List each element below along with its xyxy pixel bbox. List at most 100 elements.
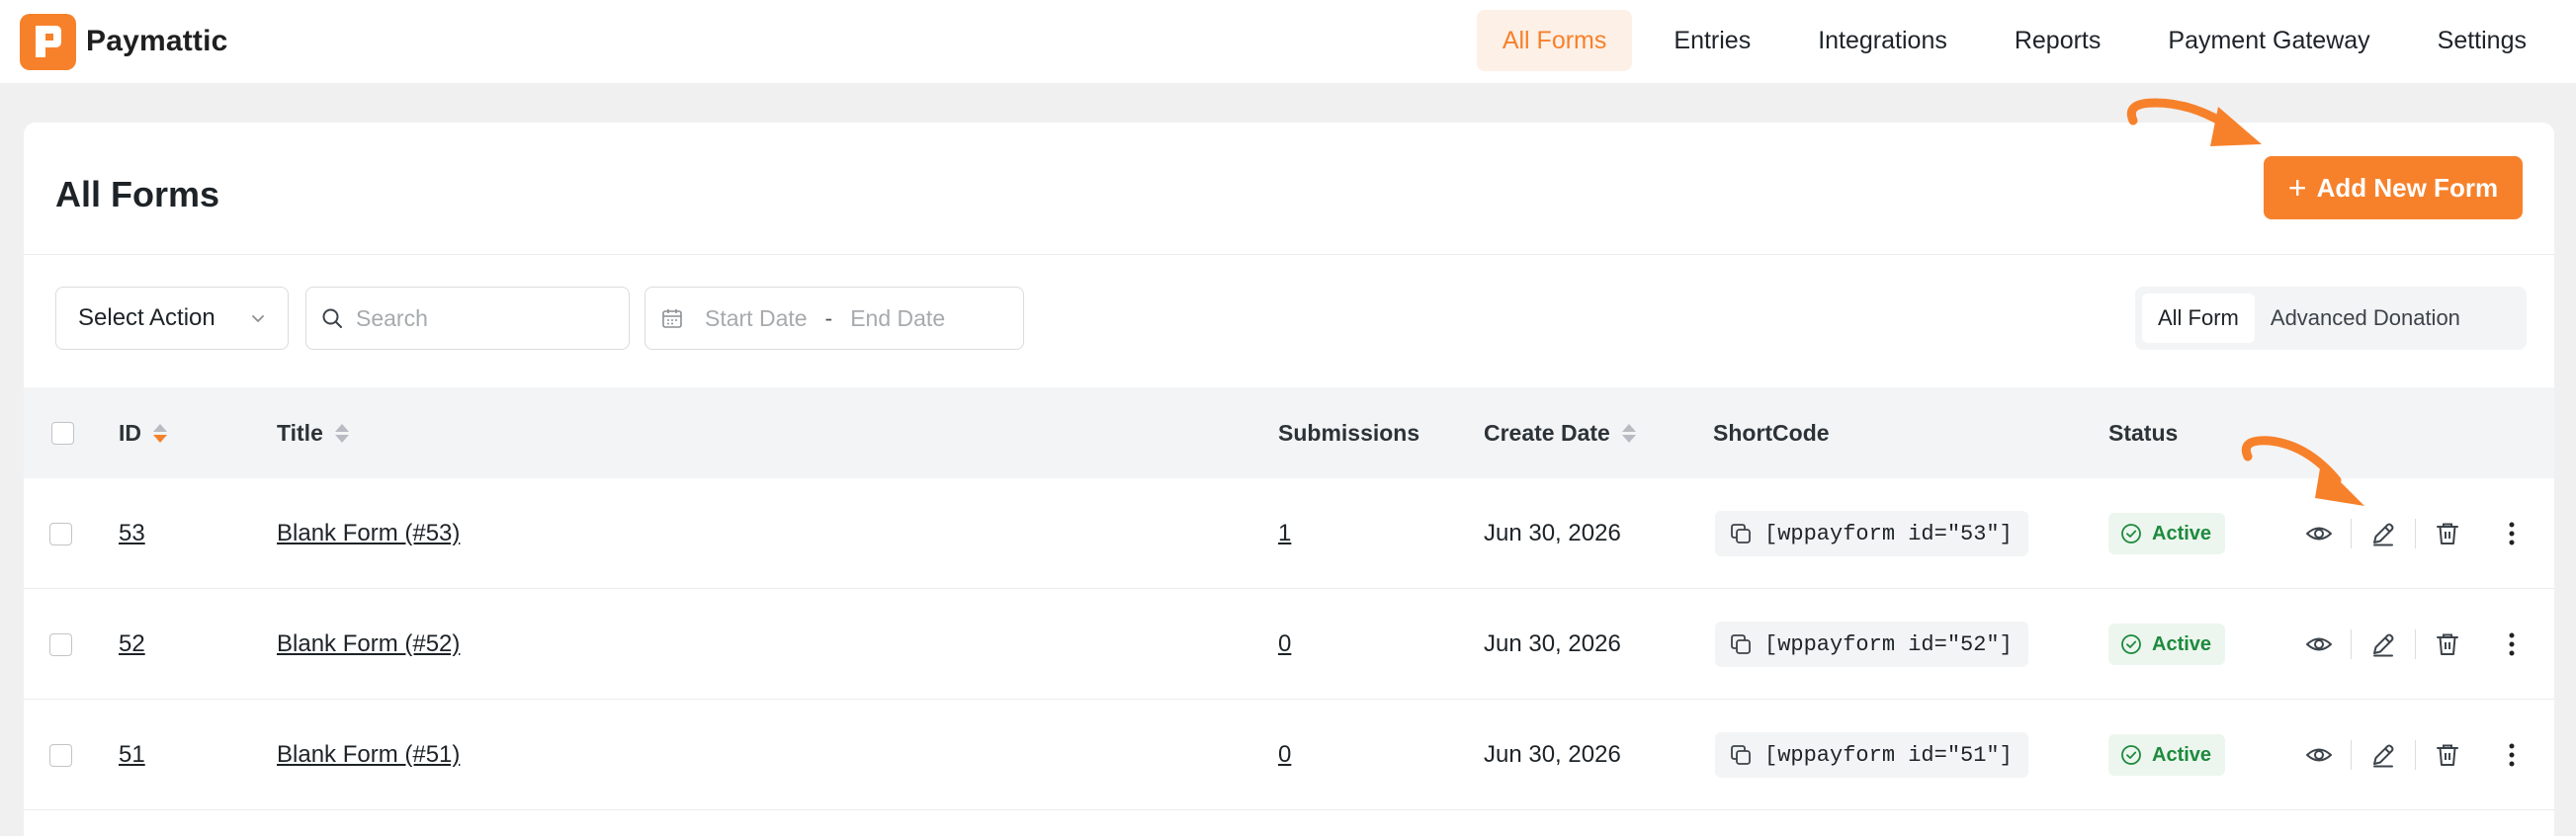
nav-settings[interactable]: Settings xyxy=(2412,10,2552,71)
row-title-link[interactable]: Blank Form (#52) xyxy=(277,630,460,658)
copy-icon xyxy=(1731,524,1751,543)
eye-icon[interactable] xyxy=(2297,623,2341,666)
action-divider xyxy=(2351,629,2352,659)
status-text: Active xyxy=(2152,632,2212,655)
shortcode-text: [wppayform id="51"] xyxy=(1764,742,2013,768)
trash-icon[interactable] xyxy=(2426,512,2469,555)
sort-icon xyxy=(1621,423,1636,443)
edit-icon[interactable] xyxy=(2361,733,2405,777)
start-date-field[interactable]: Start Date xyxy=(705,305,808,332)
chevron-down-icon xyxy=(252,315,264,322)
status-badge: Active xyxy=(2108,734,2226,776)
main-nav: All Forms Entries Integrations Reports P… xyxy=(1461,10,2576,71)
copy-icon xyxy=(1731,745,1751,765)
add-new-form-button[interactable]: + Add New Form xyxy=(2264,156,2523,219)
column-create-date-label: Create Date xyxy=(1484,419,1610,446)
eye-icon[interactable] xyxy=(2297,733,2341,777)
top-navigation-bar: Paymattic All Forms Entries Integrations… xyxy=(0,0,2576,83)
row-checkbox[interactable] xyxy=(49,632,72,656)
row-id-link[interactable]: 52 xyxy=(119,630,145,658)
row-actions xyxy=(2297,589,2533,700)
arrow-annotation xyxy=(2241,436,2364,506)
table-row: 52 Blank Form (#52) 0 Jun 30, 2026 [wppa… xyxy=(24,589,2554,700)
more-vertical-icon[interactable] xyxy=(2490,512,2533,555)
action-divider xyxy=(2415,740,2416,770)
nav-entries[interactable]: Entries xyxy=(1648,10,1776,71)
row-actions xyxy=(2297,700,2533,810)
segment-all-form[interactable]: All Form xyxy=(2142,293,2255,343)
table-header: ID Title Submissions Create Date ShortCo… xyxy=(24,387,2554,478)
column-id-label: ID xyxy=(119,419,141,446)
row-submissions-link[interactable]: 0 xyxy=(1278,741,1291,769)
select-action-dropdown[interactable]: Select Action xyxy=(55,287,289,350)
date-separator: - xyxy=(824,304,833,331)
column-shortcode: ShortCode xyxy=(1713,387,1830,478)
search-icon xyxy=(322,308,342,328)
action-divider xyxy=(2351,740,2352,770)
shortcode-copy-button[interactable]: [wppayform id="52"] xyxy=(1715,622,2028,667)
row-title-link[interactable]: Blank Form (#53) xyxy=(277,520,460,547)
page-title: All Forms xyxy=(55,174,220,214)
action-divider xyxy=(2351,519,2352,548)
edit-icon[interactable] xyxy=(2361,623,2405,666)
shortcode-text: [wppayform id="52"] xyxy=(1764,631,2013,657)
filters-bar: Select Action Start Date - End D xyxy=(24,255,2554,387)
add-new-form-label: Add New Form xyxy=(2316,172,2499,203)
arrow-annotation xyxy=(2126,98,2262,146)
select-action-label: Select Action xyxy=(78,304,215,331)
status-text: Active xyxy=(2152,743,2212,766)
eye-icon[interactable] xyxy=(2297,512,2341,555)
shortcode-copy-button[interactable]: [wppayform id="51"] xyxy=(1715,732,2028,778)
end-date-field[interactable]: End Date xyxy=(850,305,945,332)
row-submissions-link[interactable]: 1 xyxy=(1278,520,1291,547)
status-badge: Active xyxy=(2108,513,2226,554)
row-checkbox[interactable] xyxy=(49,743,72,767)
column-create-date[interactable]: Create Date xyxy=(1484,387,1636,478)
date-range-picker[interactable]: Start Date - End Date xyxy=(644,287,1024,350)
row-checkbox[interactable] xyxy=(49,522,72,545)
table-row: 51 Blank Form (#51) 0 Jun 30, 2026 [wppa… xyxy=(24,700,2554,810)
select-all-checkbox[interactable] xyxy=(51,421,74,445)
action-divider xyxy=(2479,629,2480,659)
forms-card: All Forms + Add New Form Select Action S… xyxy=(24,123,2554,836)
column-id[interactable]: ID xyxy=(119,387,167,478)
search-input[interactable] xyxy=(356,304,593,332)
row-create-date: Jun 30, 2026 xyxy=(1484,520,1621,546)
column-shortcode-label: ShortCode xyxy=(1713,419,1830,446)
status-text: Active xyxy=(2152,522,2212,544)
trash-icon[interactable] xyxy=(2426,623,2469,666)
row-create-date: Jun 30, 2026 xyxy=(1484,630,1621,657)
row-title-link[interactable]: Blank Form (#51) xyxy=(277,741,460,769)
copy-icon xyxy=(1731,634,1751,654)
calendar-icon xyxy=(662,309,682,328)
nav-reports[interactable]: Reports xyxy=(1989,10,2127,71)
nav-all-forms[interactable]: All Forms xyxy=(1476,10,1633,71)
segment-advanced-donation[interactable]: Advanced Donation xyxy=(2255,293,2476,343)
column-status: Status xyxy=(2108,387,2178,478)
check-circle-icon xyxy=(2121,524,2141,543)
column-title-label: Title xyxy=(277,419,323,446)
select-all-cell xyxy=(51,387,74,478)
column-submissions: Submissions xyxy=(1278,387,1419,478)
more-vertical-icon[interactable] xyxy=(2490,623,2533,666)
more-vertical-icon[interactable] xyxy=(2490,733,2533,777)
action-divider xyxy=(2415,629,2416,659)
action-divider xyxy=(2479,519,2480,548)
paymattic-logo-icon xyxy=(20,13,76,70)
row-create-date: Jun 30, 2026 xyxy=(1484,741,1621,768)
check-circle-icon xyxy=(2121,745,2141,765)
sort-icon xyxy=(153,423,167,443)
column-title[interactable]: Title xyxy=(277,387,349,478)
row-id-link[interactable]: 53 xyxy=(119,520,145,547)
edit-icon[interactable] xyxy=(2361,512,2405,555)
row-id-link[interactable]: 51 xyxy=(119,741,145,769)
column-status-label: Status xyxy=(2108,419,2179,446)
shortcode-copy-button[interactable]: [wppayform id="53"] xyxy=(1715,511,2028,556)
nav-payment-gateway[interactable]: Payment Gateway xyxy=(2142,10,2395,71)
row-submissions-link[interactable]: 0 xyxy=(1278,630,1291,658)
nav-integrations[interactable]: Integrations xyxy=(1792,10,1973,71)
brand[interactable]: Paymattic xyxy=(20,13,228,70)
trash-icon[interactable] xyxy=(2426,733,2469,777)
column-submissions-label: Submissions xyxy=(1278,419,1420,446)
table-row: 53 Blank Form (#53) 1 Jun 30, 2026 [wppa… xyxy=(24,478,2554,589)
